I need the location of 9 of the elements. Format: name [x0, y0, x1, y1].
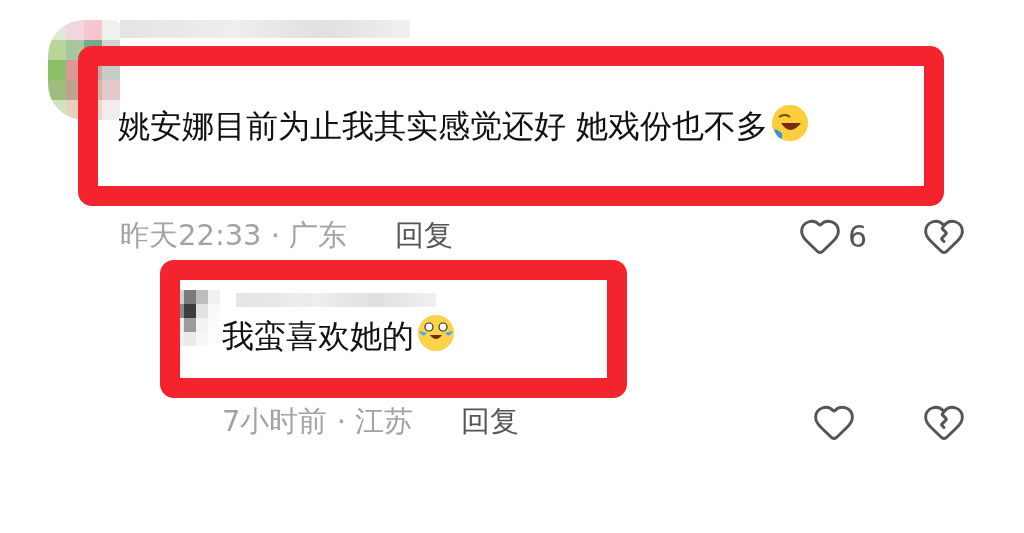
tearful-smiling-face-icon: [416, 313, 456, 353]
like-button[interactable]: 6: [798, 214, 922, 258]
comment-text: 姚安娜目前为止我其实感觉还好 她戏份也不多: [118, 97, 904, 155]
comment-time-location: 7小时前 · 江苏: [222, 403, 414, 440]
reply-link[interactable]: 回复: [461, 402, 520, 442]
reply-link[interactable]: 回复: [395, 216, 454, 256]
laughing-crying-face-icon: [770, 103, 811, 143]
comment-text: 我蛮喜欢她的: [222, 307, 587, 365]
comment-time-location: 昨天22:33 · 广东: [120, 217, 348, 254]
